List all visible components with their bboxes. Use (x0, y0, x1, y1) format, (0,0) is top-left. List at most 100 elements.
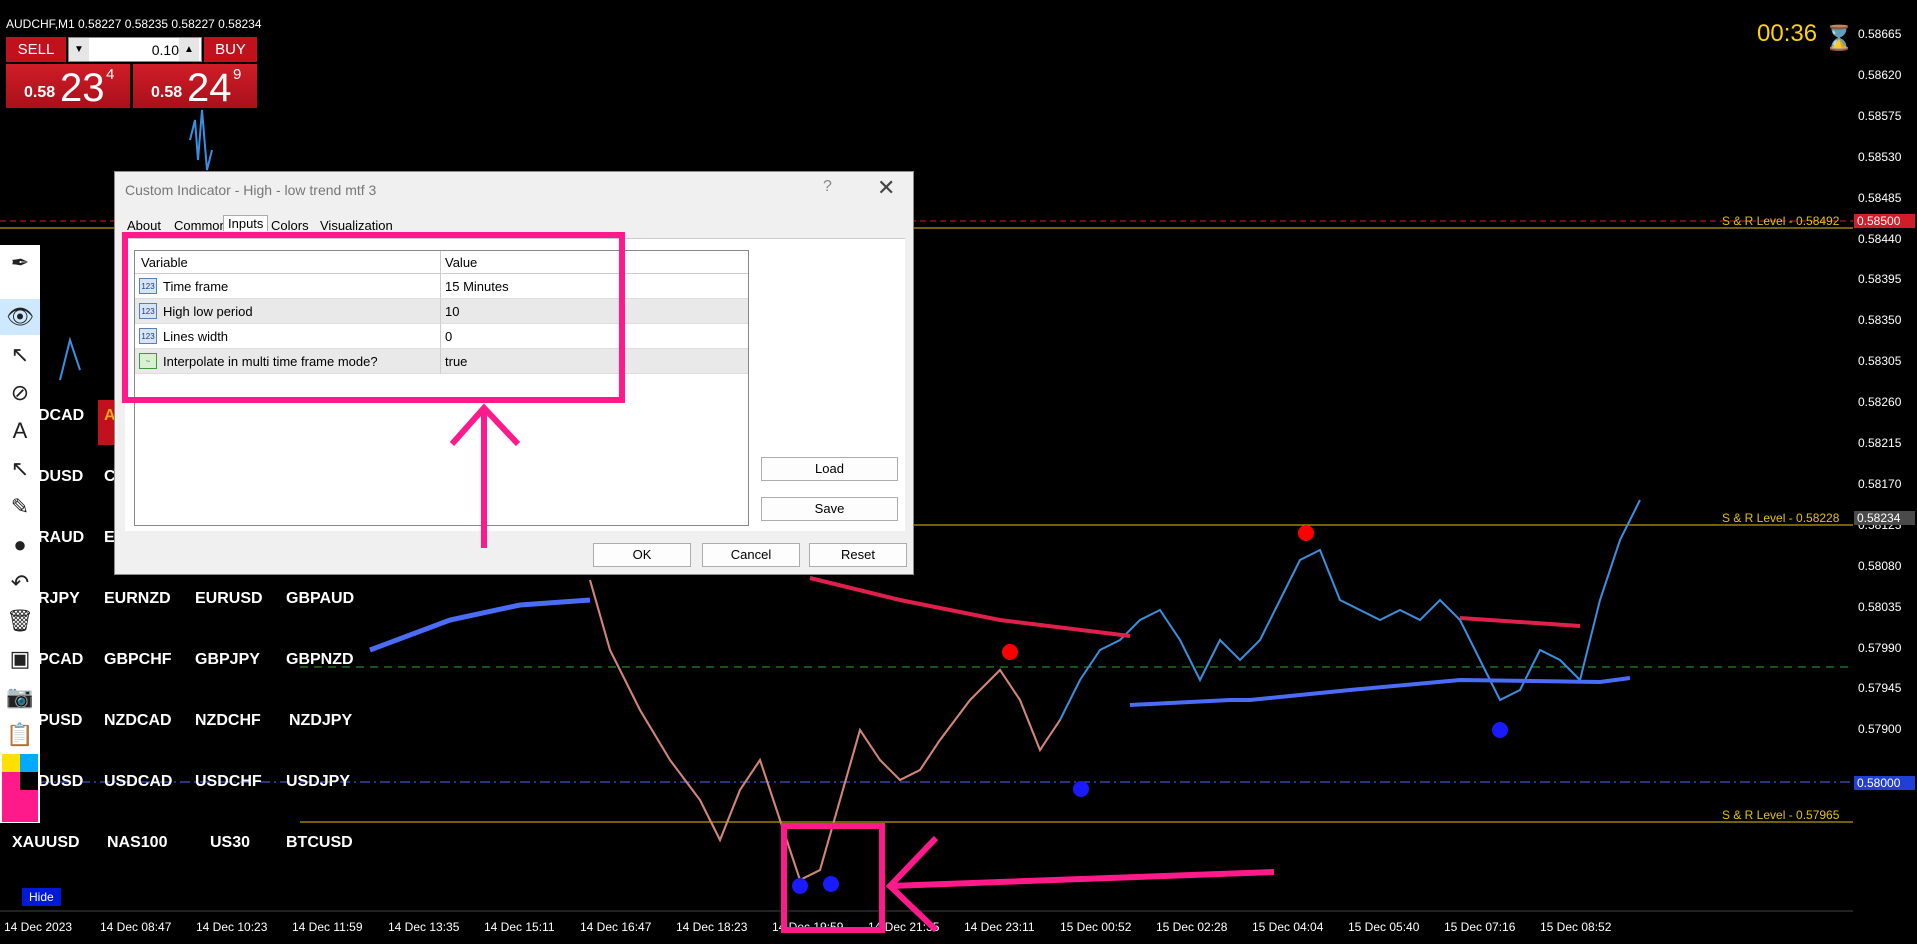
symbol-button[interactable]: RJPY (38, 590, 80, 608)
close-icon[interactable]: ✕ (877, 175, 895, 201)
camera-icon[interactable]: 📷 (0, 679, 40, 715)
integer-param-icon: 123 (139, 278, 157, 294)
arrow-icon[interactable]: ↖ (0, 451, 40, 487)
tab-common[interactable]: Common (174, 218, 227, 233)
sr-level-label: S & R Level - 0.58228 (1722, 511, 1840, 525)
symbol-button[interactable]: PCAD (38, 651, 83, 669)
price-axis-label: 0.58260 (1858, 395, 1902, 410)
param-value[interactable]: 10 (445, 304, 459, 319)
symbol-button[interactable]: GBPNZD (286, 651, 354, 669)
symbol-button[interactable]: NZDCAD (104, 712, 172, 730)
symbol-button[interactable]: US30 (210, 834, 250, 852)
trash-icon[interactable]: 🗑 (0, 603, 40, 639)
crosshair-icon[interactable]: ⊘ (0, 375, 40, 411)
symbol-button[interactable]: XAUUSD (12, 834, 80, 852)
eye-icon[interactable]: 👁 (0, 299, 40, 335)
time-axis-label: 15 Dec 08:52 (1540, 920, 1612, 934)
pen-icon[interactable]: ✒ (0, 245, 40, 281)
undo-icon[interactable]: ↶ (0, 565, 40, 601)
integer-param-icon: 123 (139, 328, 157, 344)
signal-dot (1298, 525, 1314, 541)
shapes-icon[interactable]: ▣ (0, 641, 40, 677)
param-name: Lines width (163, 329, 229, 344)
sell-button[interactable]: SELL (6, 37, 66, 62)
symbol-button[interactable]: USDCHF (195, 773, 262, 791)
sell-price-prefix: 0.58 (24, 84, 56, 101)
sell-price-box[interactable]: 0.58 23 4 (6, 64, 130, 110)
lot-increase-icon[interactable]: ▲ (179, 38, 199, 61)
inputs-table: Variable Value 123 Time frame 15 Minutes… (134, 250, 749, 526)
symbol-button[interactable]: DUSD (38, 773, 83, 791)
param-name: Time frame (163, 279, 229, 294)
symbol-button[interactable]: NAS100 (107, 834, 167, 852)
cursor-icon[interactable]: ↖ (0, 337, 40, 373)
table-row[interactable]: 123 Lines width 0 (135, 324, 748, 349)
signal-dot (1073, 781, 1089, 797)
table-row[interactable]: 123 High low period 10 (135, 299, 748, 324)
symbol-button[interactable]: PUSD (38, 712, 82, 730)
column-divider (440, 274, 441, 298)
tab-about[interactable]: About (127, 218, 161, 233)
symbol-button[interactable]: NZDCHF (195, 712, 261, 730)
symbol-button[interactable]: NZDJPY (289, 712, 352, 730)
tab-colors[interactable]: Colors (271, 218, 309, 233)
symbol-button[interactable]: EURNZD (104, 590, 171, 608)
symbol-button[interactable]: USDCAD (104, 773, 172, 791)
column-divider (440, 299, 441, 323)
sell-price-sup: 4 (106, 66, 115, 83)
save-button[interactable]: Save (761, 497, 898, 521)
time-axis-label: 15 Dec 00:52 (1060, 920, 1132, 934)
lot-size-input[interactable] (93, 38, 181, 61)
sr-level-label: S & R Level - 0.58492 (1722, 214, 1840, 228)
buy-price-sup: 9 (233, 66, 242, 83)
table-header: Variable Value (135, 251, 748, 274)
palette-icon[interactable] (0, 753, 40, 823)
load-button[interactable]: Load (761, 457, 898, 481)
param-value[interactable]: 15 Minutes (445, 279, 509, 294)
symbol-button[interactable]: GBPCHF (104, 651, 172, 669)
ruler-icon[interactable]: ✎ (0, 489, 40, 525)
symbol-button[interactable]: DCAD (38, 407, 84, 425)
signal-dot (792, 878, 808, 894)
price-axis[interactable] (1853, 0, 1917, 944)
table-row[interactable]: 123 Time frame 15 Minutes (135, 274, 748, 299)
symbol-button[interactable]: GBPAUD (286, 590, 354, 608)
dot-icon[interactable]: ● (0, 527, 40, 563)
lot-decrease-icon[interactable]: ▼ (69, 38, 89, 61)
price-axis-label: 0.58530 (1858, 149, 1902, 164)
reset-button[interactable]: Reset (809, 543, 907, 567)
buy-price-box[interactable]: 0.58 24 9 (133, 64, 257, 110)
param-value[interactable]: true (445, 354, 467, 369)
tab-visualization[interactable]: Visualization (320, 218, 393, 233)
column-divider[interactable] (440, 251, 441, 273)
table-row[interactable]: ~ Interpolate in multi time frame mode? … (135, 349, 748, 374)
integer-param-icon: 123 (139, 303, 157, 319)
symbol-button[interactable]: DUSD (38, 468, 83, 486)
price-tag-support: 0.58000 (1854, 776, 1915, 790)
symbol-button[interactable]: USDJPY (286, 773, 350, 791)
symbol-button[interactable]: BTCUSD (286, 834, 353, 852)
column-header-variable[interactable]: Variable (141, 255, 188, 270)
trend-line-up-2 (1129, 676, 1631, 707)
param-value[interactable]: 0 (445, 329, 452, 344)
text-icon[interactable]: A (0, 413, 40, 449)
ok-button[interactable]: OK (593, 543, 691, 567)
lot-size-stepper[interactable]: ▼ ▲ (68, 37, 202, 62)
time-axis-label: 14 Dec 08:47 (100, 920, 172, 934)
time-axis-label: 14 Dec 15:11 (484, 920, 555, 934)
price-spike (59, 336, 81, 381)
cancel-button[interactable]: Cancel (702, 543, 800, 567)
clipboard-icon[interactable]: 📋 (0, 717, 40, 753)
price-spike (189, 109, 213, 171)
buy-button[interactable]: BUY (204, 37, 257, 62)
hide-button[interactable]: Hide (22, 888, 61, 906)
column-header-value[interactable]: Value (445, 255, 477, 270)
price-axis-label: 0.58305 (1858, 354, 1902, 369)
price-axis-label: 0.58350 (1858, 313, 1902, 328)
help-icon[interactable]: ? (823, 178, 832, 196)
tab-inputs[interactable]: Inputs (223, 215, 269, 231)
symbol-button[interactable]: GBPJPY (195, 651, 260, 669)
symbol-button[interactable]: EURUSD (195, 590, 263, 608)
time-axis-label: 14 Dec 19:59 (772, 920, 844, 934)
symbol-button[interactable]: RAUD (38, 529, 84, 547)
